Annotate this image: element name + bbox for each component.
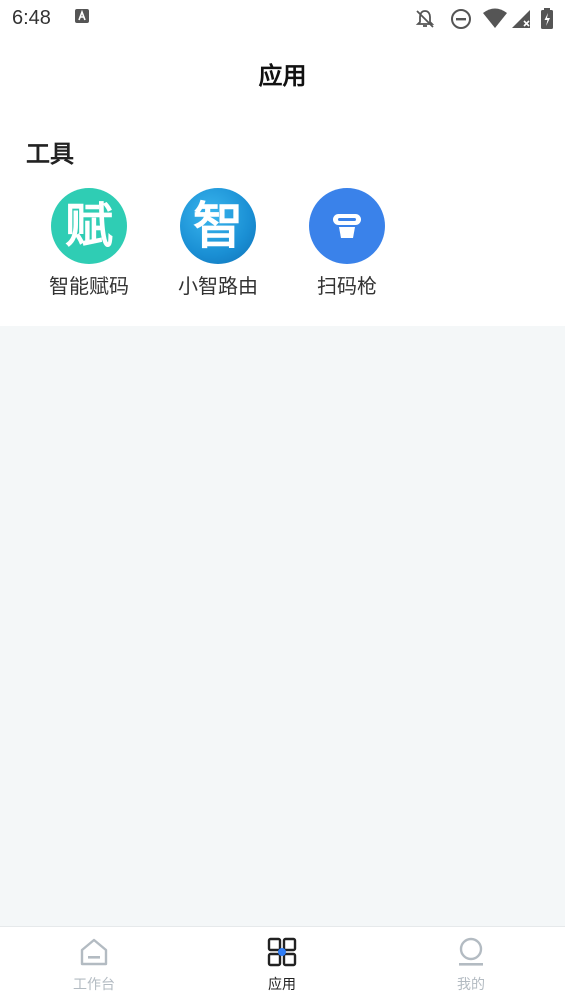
status-time: 6:48 [12, 7, 51, 29]
signal-icon [510, 8, 532, 34]
app-header: 应用 [0, 38, 565, 104]
tool-xiaozhi-router[interactable]: 智 小智路由 [153, 188, 283, 308]
battery-charging-icon [540, 8, 554, 34]
zhi-icon: 智 [180, 188, 256, 264]
tool-label: 智能赋码 [49, 274, 129, 298]
scanner-icon [309, 188, 385, 264]
nav-item-workbench[interactable]: 工作台 [0, 927, 188, 1005]
tool-smart-coding[interactable]: 赋 智能赋码 [24, 188, 154, 308]
profile-icon [456, 937, 486, 967]
tool-label: 小智路由 [178, 274, 258, 298]
nav-label: 应用 [268, 977, 296, 993]
bottom-nav: 工作台 应用 我的 [0, 926, 565, 1005]
nav-label: 工作台 [73, 977, 115, 993]
wifi-icon [482, 8, 508, 34]
nav-item-mine[interactable]: 我的 [377, 927, 565, 1005]
status-bar: 6:48 [0, 0, 565, 38]
keyboard-notification-icon [74, 8, 90, 28]
fu-icon: 赋 [51, 188, 127, 264]
nav-item-apps[interactable]: 应用 [188, 927, 376, 1005]
nav-label: 我的 [457, 977, 485, 993]
tool-label: 扫码枪 [317, 274, 377, 298]
do-not-disturb-icon [450, 8, 472, 34]
home-icon [79, 937, 109, 967]
apps-grid-icon [267, 937, 297, 967]
section-title: 工具 [26, 140, 74, 168]
tool-scanner[interactable]: 扫码枪 [282, 188, 412, 308]
notifications-off-icon [414, 8, 436, 34]
page-title: 应用 [258, 62, 307, 90]
tools-section: 工具 赋 智能赋码 智 小智路由 扫码枪 [0, 104, 565, 326]
